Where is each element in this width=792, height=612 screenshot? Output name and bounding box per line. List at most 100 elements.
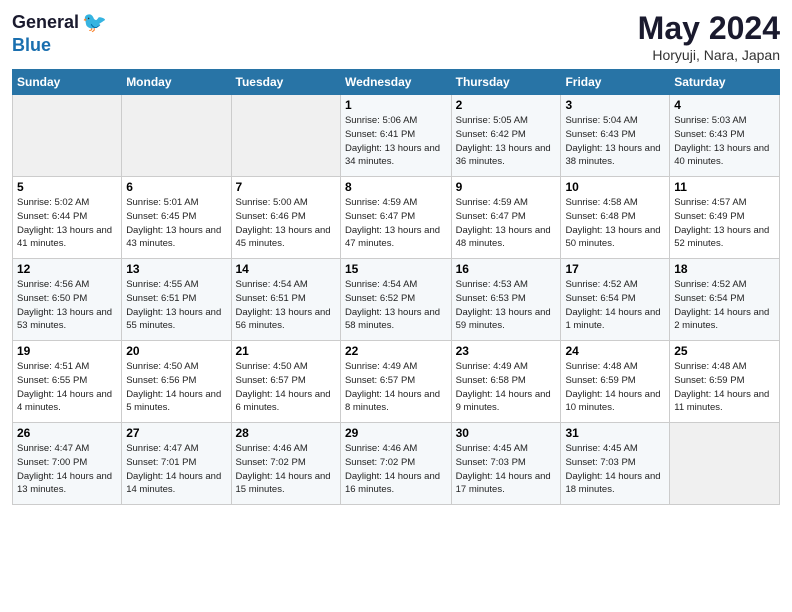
day-cell: 13Sunrise: 4:55 AM Sunset: 6:51 PM Dayli… xyxy=(122,259,231,341)
day-info: Sunrise: 4:54 AM Sunset: 6:51 PM Dayligh… xyxy=(236,278,336,333)
day-cell: 26 Sunrise: 4:47 AM Sunset: 7:00 PM Dayli… xyxy=(13,423,122,505)
page-container: General 🐦 Blue May 2024 Horyuji, Nara, J… xyxy=(0,0,792,513)
day-cell: 31 Sunrise: 4:45 AM Sunset: 7:03 PM Dayli… xyxy=(561,423,670,505)
day-cell: 18 Sunrise: 4:52 AM Sunset: 6:54 PM Dayli… xyxy=(670,259,780,341)
day-cell: 19Sunrise: 4:51 AM Sunset: 6:55 PM Dayli… xyxy=(13,341,122,423)
day-number: 11 xyxy=(674,180,775,194)
day-info: Sunrise: 4:49 AM Sunset: 6:58 PM Dayligh… xyxy=(456,360,557,415)
day-number: 10 xyxy=(565,180,665,194)
day-number: 1 xyxy=(345,98,447,112)
day-cell: 28 Sunrise: 4:46 AM Sunset: 7:02 PM Dayli… xyxy=(231,423,340,505)
day-cell: 10 Sunrise: 4:58 AM Sunset: 6:48 PM Dayli… xyxy=(561,177,670,259)
day-info: Sunrise: 5:05 AM Sunset: 6:42 PM Dayligh… xyxy=(456,114,557,169)
day-number: 30 xyxy=(456,426,557,440)
day-info: Sunrise: 5:02 AM Sunset: 6:44 PM Dayligh… xyxy=(17,196,117,251)
weekday-header-tuesday: Tuesday xyxy=(231,70,340,95)
day-number: 24 xyxy=(565,344,665,358)
weekday-header-thursday: Thursday xyxy=(451,70,561,95)
day-cell: 22Sunrise: 4:49 AM Sunset: 6:57 PM Dayli… xyxy=(340,341,451,423)
day-cell: 11 Sunrise: 4:57 AM Sunset: 6:49 PM Dayli… xyxy=(670,177,780,259)
logo-general-text: General xyxy=(12,12,79,33)
day-info: Sunrise: 4:56 AM Sunset: 6:50 PM Dayligh… xyxy=(17,278,117,333)
day-cell: 7 Sunrise: 5:00 AM Sunset: 6:46 PM Daylig… xyxy=(231,177,340,259)
weekday-header-friday: Friday xyxy=(561,70,670,95)
month-title: May 2024 xyxy=(638,10,780,47)
weekday-header-monday: Monday xyxy=(122,70,231,95)
day-info: Sunrise: 4:48 AM Sunset: 6:59 PM Dayligh… xyxy=(674,360,775,415)
day-cell: 15Sunrise: 4:54 AM Sunset: 6:52 PM Dayli… xyxy=(340,259,451,341)
day-cell: 6Sunrise: 5:01 AM Sunset: 6:45 PM Daylig… xyxy=(122,177,231,259)
day-info: Sunrise: 5:00 AM Sunset: 6:46 PM Dayligh… xyxy=(236,196,336,251)
day-info: Sunrise: 4:58 AM Sunset: 6:48 PM Dayligh… xyxy=(565,196,665,251)
day-info: Sunrise: 4:57 AM Sunset: 6:49 PM Dayligh… xyxy=(674,196,775,251)
day-cell: 9 Sunrise: 4:59 AM Sunset: 6:47 PM Daylig… xyxy=(451,177,561,259)
header: General 🐦 Blue May 2024 Horyuji, Nara, J… xyxy=(12,10,780,63)
day-number: 7 xyxy=(236,180,336,194)
day-cell: 21 Sunrise: 4:50 AM Sunset: 6:57 PM Dayli… xyxy=(231,341,340,423)
day-cell: 14 Sunrise: 4:54 AM Sunset: 6:51 PM Dayli… xyxy=(231,259,340,341)
day-info: Sunrise: 4:50 AM Sunset: 6:57 PM Dayligh… xyxy=(236,360,336,415)
week-row-5: 26 Sunrise: 4:47 AM Sunset: 7:00 PM Dayli… xyxy=(13,423,780,505)
day-number: 18 xyxy=(674,262,775,276)
day-number: 16 xyxy=(456,262,557,276)
day-cell: 25Sunrise: 4:48 AM Sunset: 6:59 PM Dayli… xyxy=(670,341,780,423)
day-info: Sunrise: 5:06 AM Sunset: 6:41 PM Dayligh… xyxy=(345,114,447,169)
day-info: Sunrise: 4:53 AM Sunset: 6:53 PM Dayligh… xyxy=(456,278,557,333)
day-number: 15 xyxy=(345,262,447,276)
day-number: 23 xyxy=(456,344,557,358)
day-number: 9 xyxy=(456,180,557,194)
day-cell: 4 Sunrise: 5:03 AM Sunset: 6:43 PM Daylig… xyxy=(670,95,780,177)
day-cell: 29Sunrise: 4:46 AM Sunset: 7:02 PM Dayli… xyxy=(340,423,451,505)
day-info: Sunrise: 4:59 AM Sunset: 6:47 PM Dayligh… xyxy=(345,196,447,251)
day-number: 4 xyxy=(674,98,775,112)
day-cell: 27 Sunrise: 4:47 AM Sunset: 7:01 PM Dayli… xyxy=(122,423,231,505)
logo: General 🐦 Blue xyxy=(12,10,107,56)
day-cell: 17 Sunrise: 4:52 AM Sunset: 6:54 PM Dayli… xyxy=(561,259,670,341)
day-number: 2 xyxy=(456,98,557,112)
day-info: Sunrise: 4:47 AM Sunset: 7:00 PM Dayligh… xyxy=(17,442,117,497)
week-row-1: 1 Sunrise: 5:06 AM Sunset: 6:41 PM Daylig… xyxy=(13,95,780,177)
day-number: 27 xyxy=(126,426,226,440)
day-number: 5 xyxy=(17,180,117,194)
day-cell xyxy=(13,95,122,177)
day-cell: 8 Sunrise: 4:59 AM Sunset: 6:47 PM Daylig… xyxy=(340,177,451,259)
weekday-header-saturday: Saturday xyxy=(670,70,780,95)
day-number: 22 xyxy=(345,344,447,358)
day-number: 14 xyxy=(236,262,336,276)
day-cell: 5 Sunrise: 5:02 AM Sunset: 6:44 PM Daylig… xyxy=(13,177,122,259)
day-cell xyxy=(122,95,231,177)
day-number: 6 xyxy=(126,180,226,194)
day-cell: 3Sunrise: 5:04 AM Sunset: 6:43 PM Daylig… xyxy=(561,95,670,177)
week-row-3: 12Sunrise: 4:56 AM Sunset: 6:50 PM Dayli… xyxy=(13,259,780,341)
day-info: Sunrise: 4:52 AM Sunset: 6:54 PM Dayligh… xyxy=(565,278,665,333)
day-number: 28 xyxy=(236,426,336,440)
day-info: Sunrise: 4:52 AM Sunset: 6:54 PM Dayligh… xyxy=(674,278,775,333)
day-cell: 20Sunrise: 4:50 AM Sunset: 6:56 PM Dayli… xyxy=(122,341,231,423)
weekday-header-wednesday: Wednesday xyxy=(340,70,451,95)
day-number: 8 xyxy=(345,180,447,194)
week-row-2: 5 Sunrise: 5:02 AM Sunset: 6:44 PM Daylig… xyxy=(13,177,780,259)
day-number: 29 xyxy=(345,426,447,440)
day-info: Sunrise: 4:55 AM Sunset: 6:51 PM Dayligh… xyxy=(126,278,226,333)
day-number: 26 xyxy=(17,426,117,440)
day-number: 20 xyxy=(126,344,226,358)
day-cell: 30 Sunrise: 4:45 AM Sunset: 7:03 PM Dayli… xyxy=(451,423,561,505)
day-number: 21 xyxy=(236,344,336,358)
day-cell: 24Sunrise: 4:48 AM Sunset: 6:59 PM Dayli… xyxy=(561,341,670,423)
day-info: Sunrise: 5:03 AM Sunset: 6:43 PM Dayligh… xyxy=(674,114,775,169)
weekday-header-row: SundayMondayTuesdayWednesdayThursdayFrid… xyxy=(13,70,780,95)
day-info: Sunrise: 4:47 AM Sunset: 7:01 PM Dayligh… xyxy=(126,442,226,497)
day-cell: 2 Sunrise: 5:05 AM Sunset: 6:42 PM Daylig… xyxy=(451,95,561,177)
day-cell: 1 Sunrise: 5:06 AM Sunset: 6:41 PM Daylig… xyxy=(340,95,451,177)
day-info: Sunrise: 4:46 AM Sunset: 7:02 PM Dayligh… xyxy=(236,442,336,497)
logo-blue-text: Blue xyxy=(12,35,51,56)
day-info: Sunrise: 4:51 AM Sunset: 6:55 PM Dayligh… xyxy=(17,360,117,415)
day-number: 17 xyxy=(565,262,665,276)
day-cell: 23 Sunrise: 4:49 AM Sunset: 6:58 PM Dayli… xyxy=(451,341,561,423)
day-info: Sunrise: 4:45 AM Sunset: 7:03 PM Dayligh… xyxy=(456,442,557,497)
day-number: 31 xyxy=(565,426,665,440)
day-info: Sunrise: 4:45 AM Sunset: 7:03 PM Dayligh… xyxy=(565,442,665,497)
day-info: Sunrise: 4:59 AM Sunset: 6:47 PM Dayligh… xyxy=(456,196,557,251)
day-cell xyxy=(231,95,340,177)
day-info: Sunrise: 5:04 AM Sunset: 6:43 PM Dayligh… xyxy=(565,114,665,169)
